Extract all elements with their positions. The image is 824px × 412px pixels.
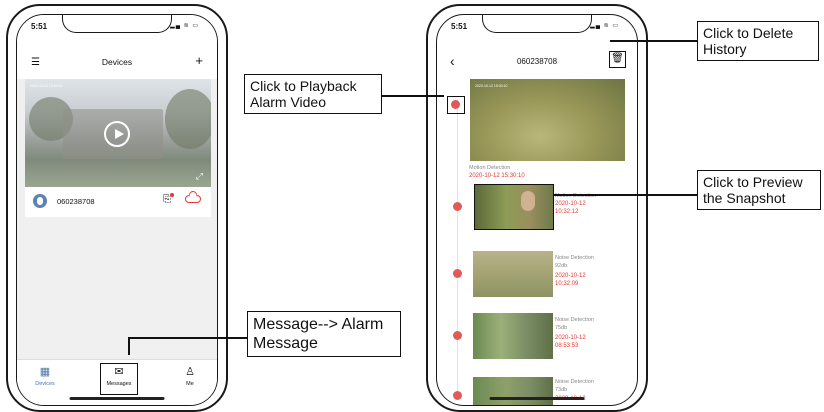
messages-highlight-box <box>100 363 138 395</box>
event-level: 92db <box>555 263 568 269</box>
event-dot-icon[interactable] <box>453 391 462 400</box>
snapshot-thumbnail[interactable] <box>473 313 553 359</box>
history-screen: 5:51 ▂▄ ≋ ▭ ‹ 060238708 🗑 2020-10-12 15:… <box>436 14 638 406</box>
camera-avatar-icon <box>33 194 47 208</box>
video-timestamp: 2020-10-12 13:53:10 <box>30 84 63 88</box>
snapshot-thumbnail[interactable] <box>473 251 553 297</box>
callout-line-message <box>128 337 247 339</box>
snapshot-thumbnail[interactable] <box>473 377 553 405</box>
callout-line-message-vertical <box>128 337 130 355</box>
event-type: Noise Detection <box>555 255 594 261</box>
tab-devices[interactable]: ▦ Devices <box>20 366 70 387</box>
device-row[interactable]: 060238708 ⎘ <box>25 187 211 217</box>
event-dot-icon[interactable] <box>453 202 462 211</box>
callout-preview: Click to Preview the Snapshot <box>697 170 821 210</box>
callout-delete: Click to Delete History <box>697 21 819 61</box>
event-date: 2020-10-12 <box>555 335 586 341</box>
playback-highlight-box[interactable] <box>447 96 465 114</box>
event-type: Noise Detection <box>555 379 594 385</box>
unread-dot <box>170 193 174 197</box>
event-dot-icon[interactable] <box>453 331 462 340</box>
scene-person <box>521 191 535 211</box>
playback-dot-icon <box>451 100 460 109</box>
timeline-line <box>457 99 458 399</box>
event-date: 2020-10-12 <box>555 201 586 207</box>
event-type: Noise Detection <box>555 317 594 323</box>
callout-playback: Click to Playback Alarm Video <box>244 74 382 114</box>
tab-me[interactable]: ♙ Me <box>165 366 215 387</box>
event-time: 10:32:12 <box>555 209 579 215</box>
play-icon[interactable] <box>104 121 130 147</box>
event-level: 75db <box>555 325 568 331</box>
callout-line-delete <box>610 40 697 42</box>
tab-label: Devices <box>35 381 55 387</box>
event-date: 2020-10-12 <box>555 273 586 279</box>
phone-notch <box>482 15 592 33</box>
live-video-preview[interactable]: 2020-10-12 13:53:10 ⤢ <box>25 79 211 187</box>
status-time: 5:51 <box>31 22 48 31</box>
grid-icon: ▦ <box>39 366 51 378</box>
person-icon: ♙ <box>185 366 195 378</box>
phone-history-screen: 5:51 ▂▄ ≋ ▭ ‹ 060238708 🗑 2020-10-12 15:… <box>426 4 648 412</box>
page-title: 060238708 <box>516 57 558 66</box>
event-datetime: 2020-10-12 15:30:10 <box>469 173 525 179</box>
devices-header: 5:51 ▂▄ ≋ ▭ ☰ Devices + <box>17 15 217 79</box>
thumb-timestamp: 2020-10-12 15:30:10 <box>475 84 508 88</box>
phone-notch <box>62 15 172 33</box>
event-dot-icon[interactable] <box>453 269 462 278</box>
device-messages-icon[interactable]: ⎘ <box>163 193 174 205</box>
tab-label: Me <box>186 381 194 387</box>
home-indicator <box>489 397 585 400</box>
phone-devices-screen: 5:51 ▂▄ ≋ ▭ ☰ Devices + 2020-10-12 13:53… <box>6 4 228 412</box>
callout-line-playback <box>382 95 444 97</box>
cloud-icon[interactable] <box>185 195 201 203</box>
event-time: 08:53:53 <box>555 343 579 349</box>
event-time: 10:32:09 <box>555 281 579 287</box>
fullscreen-icon[interactable]: ⤢ <box>196 171 203 182</box>
event-level: 73db <box>555 387 568 393</box>
alarm-video-thumbnail[interactable]: 2020-10-12 15:30:10 <box>470 79 625 161</box>
status-icons: ▂▄ ≋ ▭ <box>590 23 619 29</box>
status-time: 5:51 <box>451 22 468 31</box>
delete-history-icon[interactable]: 🗑 <box>609 51 626 68</box>
callout-line-preview <box>554 194 697 196</box>
scene-tree <box>165 89 211 149</box>
add-device-button[interactable]: + <box>195 53 203 68</box>
devices-screen: 5:51 ▂▄ ≋ ▭ ☰ Devices + 2020-10-12 13:53… <box>16 14 218 406</box>
callout-message: Message--> Alarm Message <box>247 311 401 357</box>
device-name: 060238708 <box>57 197 95 206</box>
home-indicator <box>69 397 165 400</box>
event-type: Motion Detection <box>469 165 511 171</box>
snapshot-thumbnail[interactable] <box>474 184 554 230</box>
page-title: Devices <box>101 57 133 67</box>
status-icons: ▂▄ ≋ ▭ <box>170 23 199 29</box>
